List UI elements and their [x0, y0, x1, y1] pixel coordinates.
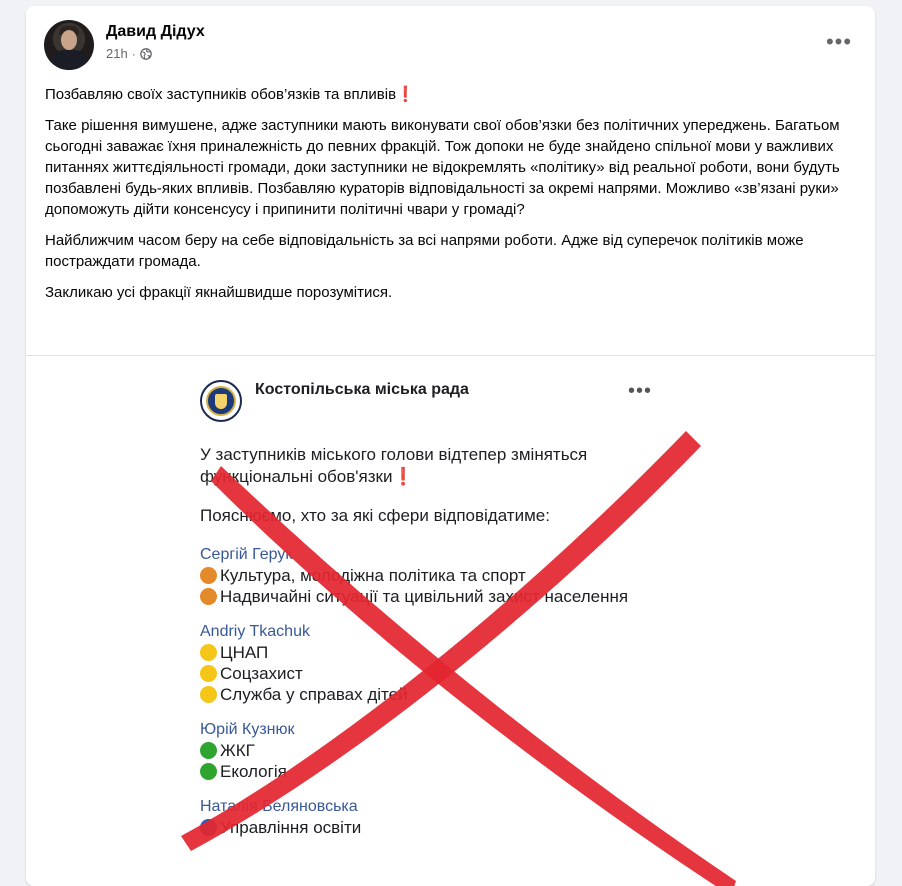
circle-emoji-icon: [200, 644, 217, 661]
embedded-intro2: Пояснюємо, хто за які сфери відповідатим…: [200, 506, 550, 525]
post-paragraph: Позбавляю своїх заступників обов’язків т…: [45, 86, 415, 103]
avatar-face: [61, 30, 77, 50]
responsibility-group: Наталія Беляновська Управління освіти: [200, 796, 720, 838]
deputy-name-link[interactable]: Юрій Кузнюк: [200, 719, 720, 740]
post-meta: 21h ·: [106, 46, 152, 61]
circle-emoji-icon: [200, 819, 217, 836]
responsibility-item: Управління освіти: [200, 817, 720, 838]
embedded-page-name: Костопільська міська рада: [255, 381, 469, 398]
circle-emoji-icon: [200, 588, 217, 605]
responsibility-text: Надвичайні ситуації та цивільний захист …: [220, 587, 629, 606]
responsibility-group: Andriy Tkachuk ЦНАП Соцзахист Служба у спра…: [200, 621, 720, 705]
responsibility-text: Культура, молодіжна політика та спорт: [220, 566, 526, 585]
responsibility-groups: Сергій Герук Культура, молодіжна політика…: [200, 544, 720, 838]
embedded-intro-line: функціональні обов'язки❗: [200, 467, 414, 486]
responsibility-item: ЖКГ: [200, 740, 720, 761]
responsibility-item: Служба у справах дітей: [200, 684, 720, 705]
embedded-more-icon: •••: [628, 380, 653, 402]
logo-emblem: [206, 386, 236, 416]
logo-shield: [215, 393, 227, 409]
responsibility-item: Надвичайні ситуації та цивільний захист …: [200, 586, 720, 607]
responsibility-item: Соцзахист: [200, 663, 720, 684]
circle-emoji-icon: [200, 567, 217, 584]
author-name[interactable]: Давид Дідух: [106, 23, 205, 41]
responsibility-text: Служба у справах дітей: [220, 685, 408, 704]
circle-emoji-icon: [200, 665, 217, 682]
responsibility-item: Екологія: [200, 761, 720, 782]
responsibility-group: Юрій Кузнюк ЖКГ Екологія: [200, 719, 720, 782]
responsibility-text: Управління освіти: [220, 818, 362, 837]
post-text: Позбавляю своїх заступників обов’язків т…: [45, 84, 857, 313]
circle-emoji-icon: [200, 686, 217, 703]
deputy-name-link[interactable]: Сергій Герук: [200, 544, 720, 565]
author-avatar[interactable]: [44, 20, 94, 70]
responsibility-text: ЖКГ: [220, 741, 255, 760]
deputy-name-link[interactable]: Наталія Беляновська: [200, 796, 720, 817]
responsibility-group: Сергій Герук Культура, молодіжна політика…: [200, 544, 720, 607]
circle-emoji-icon: [200, 742, 217, 759]
post-header: Давид Дідух 21h · •••: [26, 6, 875, 76]
attached-image[interactable]: Костопільська міська рада ••• У заступни…: [176, 356, 736, 886]
post-paragraph: Найближчим часом беру на себе відповідал…: [45, 232, 804, 270]
embedded-body: У заступників міського голови відтепер з…: [200, 444, 720, 852]
council-logo: [200, 380, 242, 422]
globe-icon[interactable]: [139, 47, 152, 60]
responsibility-item: ЦНАП: [200, 642, 720, 663]
responsibility-text: ЦНАП: [220, 643, 269, 662]
meta-separator: ·: [131, 46, 136, 61]
circle-emoji-icon: [200, 763, 217, 780]
embedded-intro-line: У заступників міського голови відтепер з…: [200, 445, 588, 464]
post-paragraph: Закликаю усі фракції якнайшвидше порозум…: [45, 284, 393, 301]
responsibility-text: Екологія: [220, 762, 287, 781]
responsibility-item: Культура, молодіжна політика та спорт: [200, 565, 720, 586]
more-options-button[interactable]: •••: [821, 28, 857, 56]
responsibility-text: Соцзахист: [220, 664, 303, 683]
embedded-intro: У заступників міського голови відтепер з…: [200, 444, 720, 488]
deputy-name-link[interactable]: Andriy Tkachuk: [200, 621, 720, 642]
avatar-suit: [50, 50, 88, 70]
post-time[interactable]: 21h: [106, 46, 128, 61]
post-card: Давид Дідух 21h · ••• Позбавляю своїх за…: [26, 6, 875, 886]
post-paragraph: Таке рішення вимушене, адже заступники м…: [45, 117, 840, 218]
